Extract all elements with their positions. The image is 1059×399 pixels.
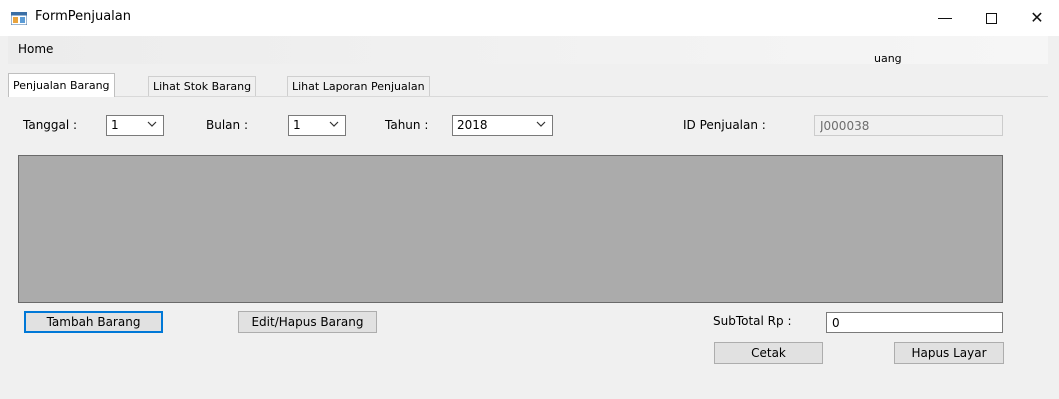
- tahun-value: 2018: [457, 118, 488, 132]
- minimize-icon: [938, 17, 952, 19]
- tanggal-dropdown[interactable]: 1: [106, 115, 164, 136]
- tahun-label: Tahun :: [385, 118, 429, 132]
- tambah-barang-button[interactable]: Tambah Barang: [24, 311, 163, 333]
- menu-user-label: uang: [874, 52, 902, 65]
- menu-strip: Home uang: [8, 36, 1048, 65]
- minimize-button[interactable]: [922, 0, 968, 36]
- bulan-dropdown[interactable]: 1: [288, 115, 346, 136]
- cetak-button[interactable]: Cetak: [714, 342, 823, 364]
- tanggal-label: Tanggal :: [23, 118, 78, 132]
- subtotal-label: SubTotal Rp :: [713, 314, 792, 328]
- tanggal-value: 1: [111, 118, 119, 132]
- form-app-icon: [11, 12, 27, 25]
- bulan-label: Bulan :: [206, 118, 248, 132]
- tab-lihat-laporan-penjualan[interactable]: Lihat Laporan Penjualan: [287, 76, 430, 96]
- tahun-dropdown[interactable]: 2018: [452, 115, 553, 136]
- close-button[interactable]: ✕: [1014, 0, 1059, 36]
- window-title: FormPenjualan: [35, 9, 131, 24]
- maximize-icon: [985, 12, 997, 24]
- edit-hapus-barang-button[interactable]: Edit/Hapus Barang: [238, 311, 377, 333]
- chevron-down-icon: [147, 121, 157, 127]
- hapus-layar-button[interactable]: Hapus Layar: [894, 342, 1004, 364]
- id-penjualan-field: [814, 115, 1003, 136]
- tab-lihat-stok-barang[interactable]: Lihat Stok Barang: [148, 76, 257, 96]
- tab-penjualan-barang[interactable]: Penjualan Barang: [8, 73, 115, 97]
- subtotal-field[interactable]: [826, 312, 1003, 333]
- chevron-down-icon: [329, 121, 339, 127]
- id-penjualan-label: ID Penjualan :: [683, 118, 766, 132]
- menu-item-home[interactable]: Home: [18, 42, 53, 56]
- sales-data-grid[interactable]: [18, 155, 1003, 303]
- title-bar[interactable]: FormPenjualan ✕: [0, 0, 1059, 36]
- close-icon: ✕: [1030, 8, 1044, 27]
- bulan-value: 1: [293, 118, 301, 132]
- maximize-button[interactable]: [968, 0, 1014, 36]
- chevron-down-icon: [536, 121, 546, 127]
